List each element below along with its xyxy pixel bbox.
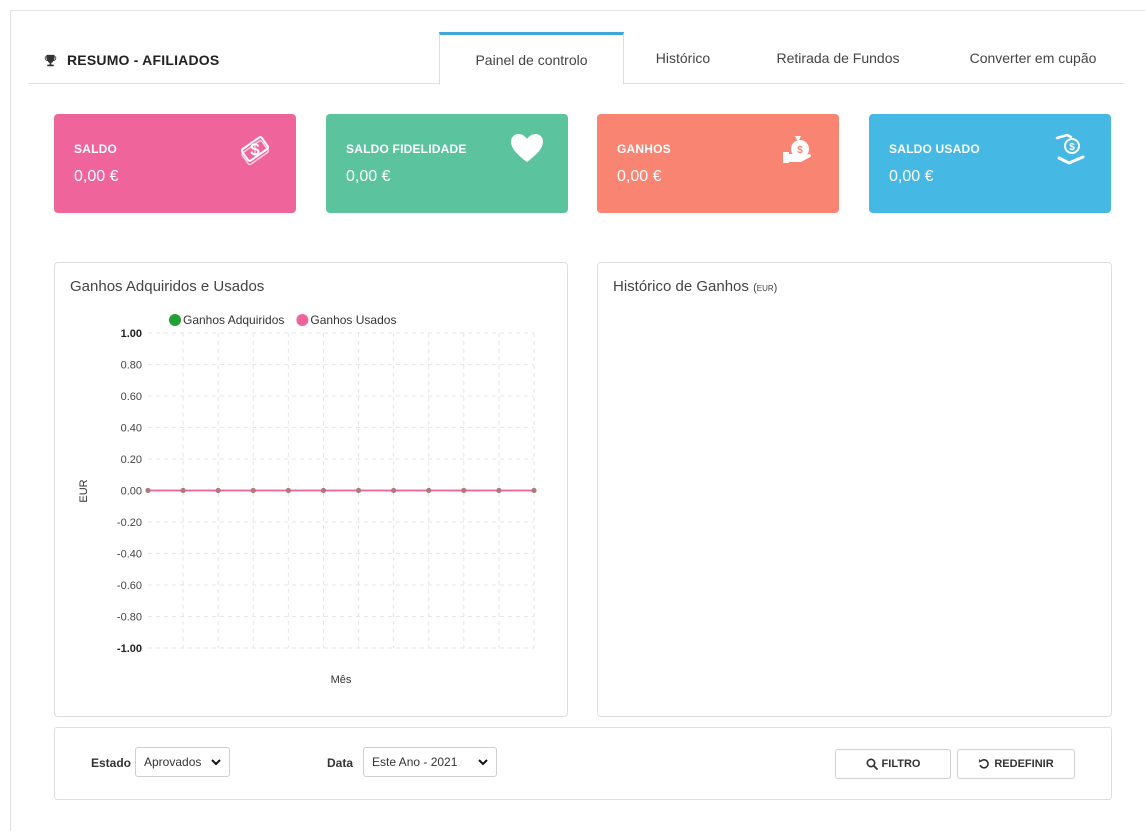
tab-painel-de-controlo[interactable]: Painel de controlo — [439, 32, 624, 85]
data-select-value: Este Ano - 2021 — [372, 755, 458, 769]
data-point — [426, 488, 432, 493]
data-point — [250, 488, 256, 493]
y-tick-label: 1.00 — [121, 328, 142, 340]
heart-icon — [511, 134, 543, 162]
chevron-down-icon — [478, 759, 488, 766]
data-point — [215, 488, 221, 493]
data-select[interactable]: Este Ano - 2021 — [363, 747, 497, 777]
page-header: RESUMO - AFILIADOS Painel de controlo Hi… — [28, 32, 1125, 85]
saldo-value: 0,00 € — [74, 168, 119, 185]
estado-select-value: Aprovados — [144, 755, 202, 769]
data-point — [531, 488, 537, 493]
filtro-button-label: FILTRO — [881, 758, 921, 770]
data-point — [356, 488, 362, 493]
y-tick-label: -0.40 — [117, 549, 142, 561]
trophy-icon — [44, 54, 57, 66]
estado-select[interactable]: Aprovados — [135, 747, 230, 777]
chevron-down-icon — [211, 759, 221, 766]
y-tick-label: 0.60 — [121, 391, 142, 403]
estado-label: Estado — [91, 756, 132, 770]
x-axis-title: Mês — [331, 674, 352, 686]
y-tick-label: -0.20 — [117, 517, 142, 529]
ganhos-card: GANHOS 0,00 € $ — [597, 114, 839, 213]
svg-text:$: $ — [1069, 142, 1075, 153]
money-icon: $ — [240, 136, 270, 166]
redefinir-button-label: REDEFINIR — [994, 758, 1054, 770]
y-tick-label: 0.80 — [121, 360, 142, 372]
earnings-line-chart: 1.00 0.80 0.60 0.40 0.20 0.00 -0.20 -0.40 -0.60 -… — [78, 313, 537, 686]
data-point — [391, 488, 397, 493]
saldo-card: SALDO 0,00 € $ — [54, 114, 296, 213]
saldo-usado-card: SALDO USADO 0,00 € $ — [869, 114, 1111, 213]
data-point — [180, 488, 186, 493]
legend-marker-1 — [169, 314, 181, 326]
svg-text:$: $ — [797, 145, 803, 156]
saldo-usado-value: 0,00 € — [889, 168, 934, 185]
legend-marker-2 — [296, 314, 309, 326]
page-title: RESUMO - AFILIADOS — [44, 52, 219, 68]
legend-label-2: Ganhos Usados — [310, 313, 396, 327]
filtro-button[interactable]: FILTRO — [835, 749, 951, 779]
historico-de-ganhos-title: Histórico de Ganhos (EUR) — [613, 278, 777, 295]
y-tick-label: -0.60 — [117, 580, 142, 592]
tab-retirada-de-fundos[interactable]: Retirada de Fundos — [758, 32, 918, 84]
y-axis-title: EUR — [78, 479, 90, 502]
filter-bar: Estado Aprovados Data Este Ano - 2021 FI… — [54, 727, 1112, 800]
saldo-fidelidade-card: SALDO FIDELIDADE 0,00 € — [326, 114, 568, 213]
search-icon — [866, 758, 878, 770]
page-title-text: RESUMO - AFILIADOS — [67, 52, 220, 68]
historico-de-ganhos-title-text: Histórico de Ganhos — [613, 278, 749, 295]
y-tick-label: 0.20 — [121, 454, 142, 466]
svg-text:$: $ — [250, 140, 260, 159]
legend-label-1: Ganhos Adquiridos — [183, 313, 284, 327]
historico-de-ganhos-panel: Histórico de Ganhos (EUR) — [597, 262, 1112, 717]
y-tick-label: -1.00 — [117, 643, 142, 655]
ganhos-value: 0,00 € — [617, 168, 662, 185]
data-point — [285, 488, 291, 493]
y-tick-label: -0.80 — [117, 612, 142, 624]
data-point — [320, 488, 326, 493]
data-point — [461, 488, 467, 493]
data-label: Data — [327, 756, 354, 770]
undo-icon — [979, 759, 990, 769]
tab-converter-em-cupao[interactable]: Converter em cupão — [948, 32, 1118, 84]
y-tick-label: 0.40 — [121, 423, 142, 435]
data-point — [496, 488, 502, 493]
tab-historico[interactable]: Histórico — [624, 32, 742, 84]
hand-coin-icon: $ — [1055, 133, 1085, 165]
historico-de-ganhos-unit: (EUR) — [753, 282, 778, 294]
data-point — [145, 488, 151, 493]
ganhos-adquiridos-usados-panel: Ganhos Adquiridos e Usados 1.00 0.80 0.60 0… — [54, 262, 568, 717]
y-tick-label: 0.00 — [121, 486, 142, 498]
money-bag-hand-icon: $ — [783, 136, 812, 163]
saldo-fidelidade-value: 0,00 € — [346, 168, 391, 185]
redefinir-button[interactable]: REDEFINIR — [957, 749, 1075, 779]
